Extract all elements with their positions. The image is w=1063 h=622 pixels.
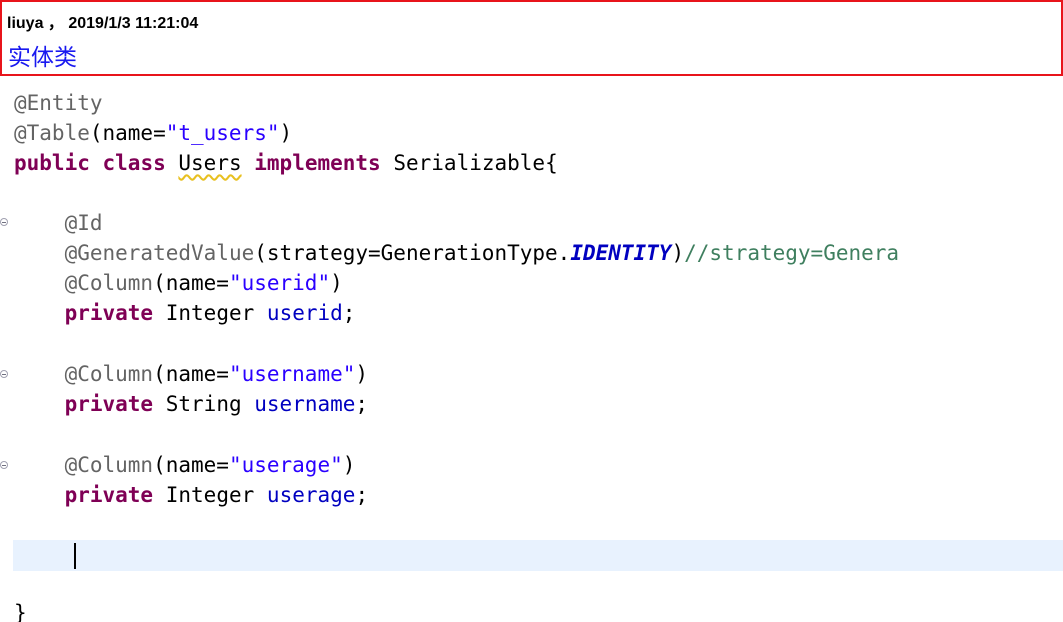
keyword-private: private xyxy=(64,483,154,507)
semicolon: ; xyxy=(355,483,369,507)
semicolon: ; xyxy=(342,301,356,325)
code-line-6: @GeneratedValue(strategy=GenerationType.… xyxy=(14,238,899,268)
field-userid: userid xyxy=(266,301,343,325)
type-integer: Integer xyxy=(165,301,255,325)
identity-constant: IDENTITY xyxy=(570,241,672,265)
class-name-users: Users xyxy=(178,151,242,175)
keyword-implements: implements xyxy=(254,151,381,175)
column-args-open: (name= xyxy=(153,362,229,386)
interface-serializable: Serializable{ xyxy=(393,151,558,175)
code-line-3: public class Users implements Serializab… xyxy=(14,148,558,178)
keyword-private: private xyxy=(64,392,154,416)
column-args-close: ) xyxy=(330,271,343,295)
column-userid-string: "userid" xyxy=(228,271,331,295)
collapse-fold-icon[interactable] xyxy=(0,370,8,378)
collapse-fold-icon[interactable] xyxy=(0,218,8,226)
column-args-close: ) xyxy=(342,453,356,477)
closing-brace: } xyxy=(14,601,27,622)
text-caret xyxy=(74,543,76,569)
code-line-10: @Column(name="username") xyxy=(14,359,368,389)
strategy-args: (strategy=GenerationType. xyxy=(254,241,571,265)
column-args-open: (name= xyxy=(153,271,229,295)
keyword-private: private xyxy=(64,301,154,325)
annotation-column-username: @Column xyxy=(64,362,154,386)
code-line-17: } xyxy=(14,598,27,622)
keyword-public: public xyxy=(14,151,90,175)
semicolon: ; xyxy=(355,392,369,416)
type-integer: Integer xyxy=(165,483,255,507)
code-line-7: @Column(name="userid") xyxy=(14,268,343,298)
table-name-string: "t_users" xyxy=(165,121,280,145)
field-username: username xyxy=(254,392,356,416)
annotation-table: @Table xyxy=(14,121,90,145)
code-line-1: @Entity xyxy=(14,88,103,118)
keyword-class: class xyxy=(102,151,166,175)
column-args-open: (name= xyxy=(153,453,229,477)
column-userage-string: "userage" xyxy=(228,453,343,477)
code-line-14: private Integer userage; xyxy=(14,480,369,510)
code-editor[interactable]: @Entity @Table(name="t_users") public cl… xyxy=(0,86,1063,622)
column-username-string: "username" xyxy=(228,362,356,386)
table-args-open: (name= xyxy=(89,121,166,145)
code-line-5: @Id xyxy=(14,208,103,238)
table-args-close: ) xyxy=(279,121,293,145)
current-line-highlight xyxy=(13,540,1063,571)
type-string: String xyxy=(165,392,242,416)
strategy-close: ) xyxy=(671,241,685,265)
annotation-column-userid: @Column xyxy=(64,271,154,295)
note-title: 实体类 xyxy=(8,45,77,71)
field-userage: userage xyxy=(266,483,356,507)
code-line-11: private String username; xyxy=(14,389,369,419)
strategy-comment: //strategy=Genera xyxy=(684,241,900,265)
code-line-8: private Integer userid; xyxy=(14,298,356,328)
comment-note-box: liuya ， 2019/1/3 11:21:04 实体类 xyxy=(0,0,1063,76)
column-args-close: ) xyxy=(355,362,369,386)
annotation-entity: @Entity xyxy=(14,91,103,115)
annotation-column-userage: @Column xyxy=(64,453,154,477)
code-line-13: @Column(name="userage") xyxy=(14,450,356,480)
code-line-2: @Table(name="t_users") xyxy=(14,118,292,148)
annotation-id: @Id xyxy=(64,211,103,235)
note-author-timestamp: liuya ， 2019/1/3 11:21:04 xyxy=(7,15,199,32)
collapse-fold-icon[interactable] xyxy=(0,461,8,469)
annotation-generated-value: @GeneratedValue xyxy=(64,241,255,265)
